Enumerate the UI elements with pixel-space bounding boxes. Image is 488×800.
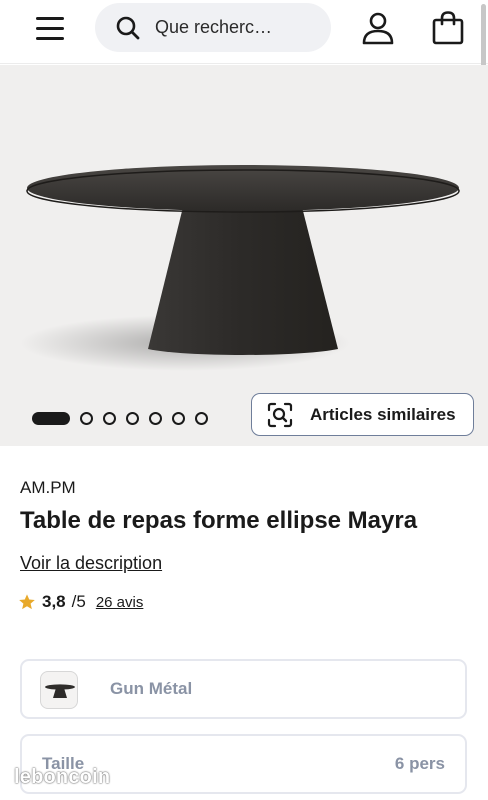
pagination-dot[interactable] [149,412,162,425]
star-icon [19,594,35,610]
product-title: Table de repas forme ellipse Mayra [20,507,418,534]
pagination-dot[interactable] [80,412,93,425]
search-bar[interactable] [95,3,331,52]
gallery-pagination [32,412,208,425]
product-image [20,165,460,371]
similar-items-label: Articles similaires [310,404,456,424]
top-bar [0,0,488,76]
pagination-dot[interactable] [103,412,116,425]
hamburger-icon[interactable] [30,14,70,44]
description-link[interactable]: Voir la description [20,553,162,574]
pagination-dot-active[interactable] [32,412,70,425]
color-selector[interactable]: Gun Métal [20,659,467,719]
product-brand[interactable]: AM.PM [20,478,76,498]
pagination-dot[interactable] [126,412,139,425]
reviews-link[interactable]: 26 avis [96,594,144,611]
user-icon[interactable] [358,8,398,48]
watermark: leboncoin [14,766,111,788]
size-value: 6 pers [394,754,445,773]
rating-max: /5 [71,592,86,611]
similar-items-button[interactable]: Articles similaires [251,393,474,436]
search-icon [116,16,140,39]
search-input[interactable] [155,17,305,38]
pagination-dot[interactable] [172,412,185,425]
visual-search-icon [267,402,293,427]
pagination-dot[interactable] [195,412,208,425]
shopping-bag-icon[interactable] [428,8,468,48]
product-image-gallery[interactable] [0,65,488,446]
rating-score: 3,8 [42,592,66,611]
product-rating: 3,8 /5 26 avis [18,592,143,612]
color-value: Gun Métal [110,679,193,698]
color-swatch [40,671,78,709]
